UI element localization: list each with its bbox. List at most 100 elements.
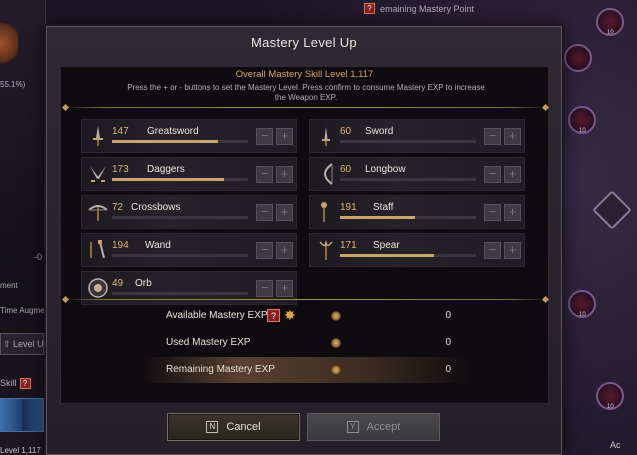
used-mastery-exp-label: Used Mastery EXP — [166, 337, 251, 348]
used-mastery-exp-value: 0 — [445, 337, 451, 348]
daggers-icon — [86, 162, 110, 186]
divider — [63, 107, 548, 108]
weapon-exp-bar — [112, 140, 248, 143]
mastery-gem-node[interactable] — [592, 190, 632, 230]
level-footer: Level 1,117 — [0, 446, 41, 455]
wand-icon — [86, 238, 110, 262]
remaining-mastery-exp-row: Remaining Mastery EXP 0 — [141, 357, 471, 383]
weapon-level: 173 — [112, 164, 129, 175]
instructions-text: Press the + or - buttons to set the Mast… — [127, 83, 485, 102]
minus-button[interactable]: − — [256, 128, 273, 145]
used-mastery-exp-row: Used Mastery EXP 0 — [141, 330, 471, 356]
mastery-coin-icon — [331, 311, 341, 321]
plus-button[interactable]: + — [276, 128, 293, 145]
staff-icon — [314, 200, 338, 224]
weapon-exp-fill — [340, 216, 415, 219]
minus-button[interactable]: − — [484, 128, 501, 145]
weapon-row-longbow: 60 Longbow − + — [309, 157, 525, 191]
weapon-name: Spear — [373, 240, 400, 251]
weapon-exp-bar — [340, 178, 476, 181]
weapon-exp-fill — [112, 178, 224, 181]
minus-button[interactable]: − — [256, 166, 273, 183]
weapon-row-staff: 191 Staff − + — [309, 195, 525, 229]
weapon-level: 171 — [340, 240, 357, 251]
mastery-node[interactable]: 10 — [596, 8, 624, 36]
minus-button[interactable]: − — [484, 166, 501, 183]
plus-button[interactable]: + — [504, 166, 521, 183]
weapon-row-crossbows: 72 Crossbows − + — [81, 195, 297, 229]
remaining-mastery-exp-value: 0 — [445, 364, 451, 375]
level-up-label: Level U — [13, 339, 44, 349]
minus-button[interactable]: − — [256, 280, 273, 297]
weapon-name: Daggers — [147, 164, 185, 175]
weapon-level: 49 — [112, 278, 124, 289]
weapon-level: 191 — [340, 202, 357, 213]
weapon-name: Staff — [373, 202, 394, 213]
level-up-button[interactable]: ⇧ Level U — [0, 333, 44, 355]
plus-button[interactable]: + — [276, 166, 293, 183]
cancel-label: Cancel — [226, 421, 261, 433]
exp-percent: 55.1%) — [0, 80, 26, 89]
divider — [63, 299, 548, 300]
weapon-row-sword: 60 Sword − + — [309, 119, 525, 153]
accept-label: Accept — [366, 421, 401, 433]
left-dash-value: -0 — [34, 252, 43, 262]
longbow-icon — [314, 162, 338, 186]
mastery-coin-icon — [331, 338, 341, 348]
minus-button[interactable]: − — [256, 242, 273, 259]
weapon-exp-bar — [340, 216, 476, 219]
mastery-node[interactable]: 10 — [596, 382, 624, 410]
character-portrait — [0, 18, 18, 68]
weapon-name: Longbow — [365, 164, 406, 175]
weapon-level: 72 — [112, 202, 124, 213]
weapon-name: Orb — [135, 278, 152, 289]
top-banner: ? emaining Mastery Point — [340, 0, 530, 18]
help-icon[interactable]: ? — [19, 378, 31, 389]
left-character-panel: 55.1%) ment Time Augme -0 ⇧ Level U Skil… — [0, 0, 46, 455]
weapon-row-wand: 194 Wand − + — [81, 233, 297, 267]
mastery-node[interactable]: 10 — [568, 290, 596, 318]
plus-button[interactable]: + — [276, 204, 293, 221]
remaining-mastery-exp-label: Remaining Mastery EXP — [166, 364, 275, 375]
sun-icon: ✸ — [284, 307, 296, 323]
plus-button[interactable]: + — [504, 242, 521, 259]
mastery-level-up-dialog: Mastery Level Up Overall Mastery Skill L… — [46, 26, 562, 455]
help-icon[interactable]: ? — [364, 3, 375, 14]
remaining-mastery-point-label: emaining Mastery Point — [380, 4, 475, 14]
overall-mastery-level: Overall Mastery Skill Level 1,117 — [235, 69, 374, 80]
plus-button[interactable]: + — [276, 280, 293, 297]
plus-button[interactable]: + — [504, 128, 521, 145]
mastery-tree-panel: 10 10 10 10 — [560, 0, 637, 455]
weapon-name: Wand — [145, 240, 171, 251]
mastery-node[interactable]: 10 — [568, 106, 596, 134]
plus-button[interactable]: + — [276, 242, 293, 259]
up-arrow-icon: ⇧ — [3, 339, 14, 349]
weapon-row-greatsword: 147 Greatsword − + — [81, 119, 297, 153]
help-icon[interactable]: ? — [267, 309, 280, 322]
weapon-exp-bar — [112, 292, 248, 295]
accept-button[interactable]: Y Accept — [307, 413, 440, 441]
weapon-level: 147 — [112, 126, 129, 137]
weapon-exp-bar — [112, 178, 248, 181]
weapon-exp-bar — [112, 216, 248, 219]
cancel-button[interactable]: N Cancel — [167, 413, 300, 441]
dialog-title: Mastery Level Up — [251, 35, 357, 50]
skill-label: Skill? — [0, 378, 31, 389]
minus-button[interactable]: − — [484, 204, 501, 221]
minus-button[interactable]: − — [256, 204, 273, 221]
minus-button[interactable]: − — [484, 242, 501, 259]
weapon-exp-bar — [112, 254, 248, 257]
plus-button[interactable]: + — [504, 204, 521, 221]
weapon-level: 60 — [340, 126, 352, 137]
skill-tiles[interactable] — [0, 398, 44, 432]
weapon-exp-fill — [340, 254, 434, 257]
weapon-exp-bar — [340, 140, 476, 143]
skill-label-text: Skill — [0, 378, 17, 388]
weapon-level: 60 — [340, 164, 352, 175]
available-mastery-exp-value: 0 — [445, 310, 451, 321]
mastery-node[interactable] — [564, 44, 592, 72]
key-hint-n: N — [206, 421, 219, 433]
crossbow-icon — [86, 200, 110, 224]
mastery-coin-icon — [331, 365, 341, 375]
available-mastery-exp-label: Available Mastery EXP — [166, 310, 268, 321]
